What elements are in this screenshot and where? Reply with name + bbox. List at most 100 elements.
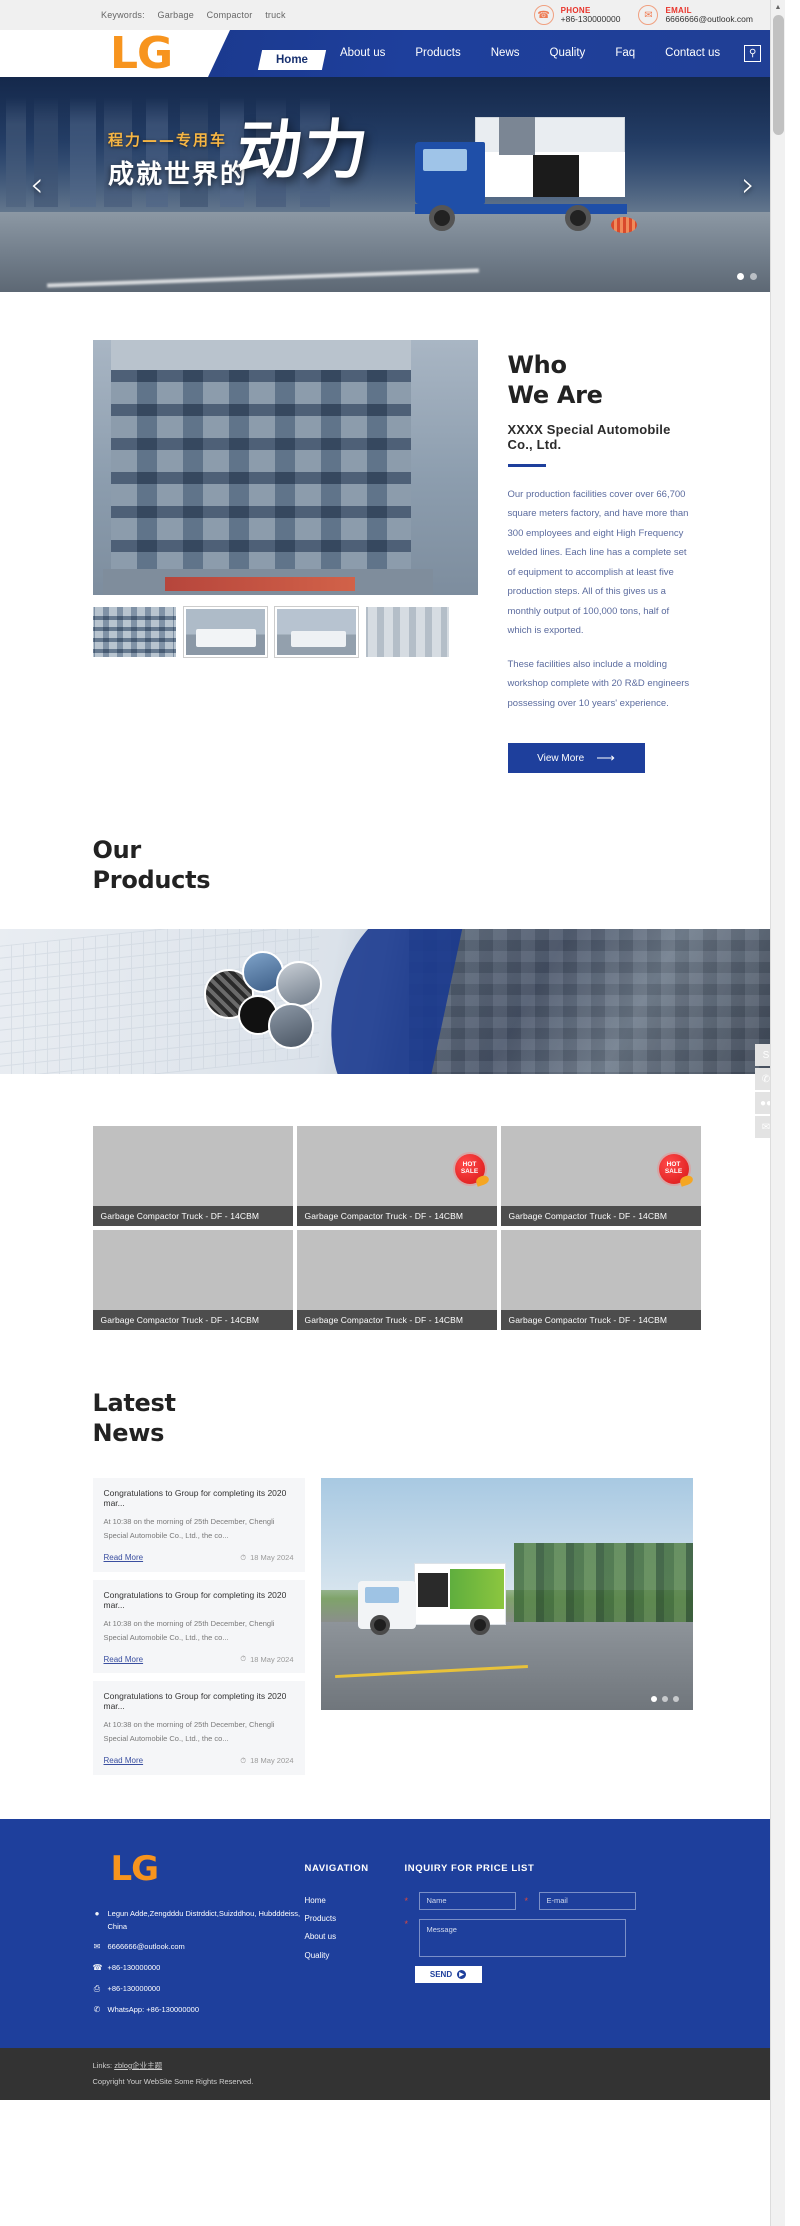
send-label: SEND [429,1969,453,1979]
banner-bubble-cluster [203,951,349,1061]
footer-phone[interactable]: ☎ +86-130000000 [93,1961,305,1975]
about-thumb-2[interactable] [183,607,267,657]
product-card[interactable]: HOT SALE Garbage Compactor Truck - DF - … [500,1126,701,1227]
footer-whatsapp[interactable]: ✆ WhatsApp: +86-130000000 [93,2003,305,2017]
footer-logo[interactable]: LG [111,1849,305,1889]
product-card[interactable]: Garbage Compactor Truck - DF - 14CBM [296,1230,497,1331]
vertical-scrollbar[interactable]: ▲ [770,0,785,2226]
about-thumb-4[interactable] [365,607,449,657]
news-title-line2: News [92,1419,165,1448]
news-dot-3[interactable] [672,1696,679,1703]
news-title: Congratulations to Group for completing … [103,1488,287,1509]
product-caption: Garbage Compactor Truck - DF - 14CBM [92,1310,293,1331]
view-more-button[interactable]: View More ⟶ [507,743,645,774]
news-read-more-link[interactable]: Read More [104,1756,144,1765]
keyword-garbage[interactable]: Garbage [158,10,194,20]
news-dot-1[interactable] [650,1696,657,1703]
nav-item-about-us[interactable]: About us [326,30,399,77]
news-section: Latest News Congratulations to Group for… [92,1330,693,1775]
product-caption: Garbage Compactor Truck - DF - 14CBM [500,1206,701,1227]
about-paragraph-1: Our production facilities cover over 66,… [507,489,689,637]
scrollbar-thumb[interactable] [773,15,784,135]
hero-dot-1[interactable] [737,273,744,280]
news-read-more-link[interactable]: Read More [104,1655,144,1664]
news-date: ⏱ 18 May 2024 [240,1756,293,1766]
nav-item-contact-us[interactable]: Contact us [651,30,734,77]
hero-next-arrow[interactable]: › [741,168,755,202]
products-title-line1: Our [92,836,142,865]
top-phone[interactable]: ☎ PHONE +86-130000000 [533,5,621,25]
about-thumb-3[interactable] [274,607,358,657]
footer-nav-quality[interactable]: Quality [305,1947,405,1965]
news-dot-2[interactable] [661,1696,668,1703]
news-excerpt: At 10:38 on the morning of 25th December… [103,1618,275,1642]
product-card[interactable]: HOT SALE Garbage Compactor Truck - DF - … [296,1126,497,1227]
footer-whatsapp-value: WhatsApp: +86-130000000 [107,2004,200,2014]
required-mark: * [404,1918,409,1929]
product-card[interactable]: Garbage Compactor Truck - DF - 14CBM [92,1126,293,1227]
news-feature-image [320,1478,693,1711]
keywords-label: Keywords: [101,10,145,20]
email-icon: ✉ [638,5,659,25]
view-more-label: View More [537,752,585,764]
keyword-truck[interactable]: truck [265,10,286,20]
clock-icon: ⏱ [240,1552,247,1562]
news-card[interactable]: Congratulations to Group for completing … [92,1478,305,1572]
arrow-right-icon: ⟶ [596,750,615,766]
hero-prev-arrow[interactable]: ‹ [30,168,44,202]
phone-value: +86-130000000 [560,13,621,24]
hero-road [0,212,785,292]
nav-item-news[interactable]: News [477,30,534,77]
footer-address-value: Legun Adde,Zengdddu Distrddict,Suizddhou… [107,1908,301,1931]
required-mark: * [404,1895,409,1906]
keywords-strip: Keywords: Garbage Compactor truck [101,10,296,20]
footer-nav-home[interactable]: Home [305,1892,405,1910]
keyword-compactor[interactable]: Compactor [207,10,253,20]
email-input[interactable] [538,1891,636,1910]
news-title-line1: Latest [92,1389,177,1418]
news-excerpt: At 10:38 on the morning of 25th December… [103,1517,275,1541]
nav-item-home[interactable]: Home [257,50,327,70]
search-icon[interactable]: ⚲ [744,45,762,62]
about-title-line1: Who [507,351,567,379]
nav-item-faq[interactable]: Faq [601,30,649,77]
product-caption: Garbage Compactor Truck - DF - 14CBM [296,1206,497,1227]
nav-item-quality[interactable]: Quality [536,30,600,77]
name-input[interactable] [418,1891,516,1910]
hot-sale-badge: HOT SALE [454,1154,485,1185]
site-logo[interactable]: LG [110,30,173,77]
news-date: ⏱ 18 May 2024 [240,1654,293,1664]
message-input[interactable] [418,1918,626,1957]
nav-item-products[interactable]: Products [401,30,474,77]
top-email[interactable]: ✉ EMAIL 6666666@outlook.com [638,5,753,25]
news-date-value: 18 May 2024 [250,1756,294,1766]
footer-inquiry-column: INQUIRY FOR PRICE LIST * * * SEND ▶ [405,1849,693,2024]
hero-banner: 程力——专用车 成就世界的 动力 ‹ › [0,77,785,292]
scroll-up-arrow[interactable]: ▲ [771,0,785,15]
hot-sale-line2: SALE [664,1168,683,1176]
footer-email[interactable]: ✉ 6666666@outlook.com [93,1940,305,1954]
footer-email-value: 6666666@outlook.com [107,1941,185,1951]
whatsapp-icon: ✆ [93,2004,101,2014]
hero-dot-2[interactable] [750,273,757,280]
footer-company-column: LG ● Legun Adde,Zengdddu Distrddict,Suiz… [93,1849,305,2024]
news-card[interactable]: Congratulations to Group for completing … [92,1681,305,1775]
news-date: ⏱ 18 May 2024 [240,1553,293,1563]
about-thumb-1[interactable] [93,607,176,657]
top-contacts: ☎ PHONE +86-130000000 ✉ EMAIL 6666666@ou… [533,5,769,25]
news-card[interactable]: Congratulations to Group for completing … [92,1579,305,1674]
footer-nav-about-us[interactable]: About us [305,1928,405,1946]
hero-tagline: 程力——专用车 [108,131,228,149]
send-button[interactable]: SEND ▶ [414,1965,482,1983]
link-zblog-theme[interactable]: zblog企业主题 [114,2061,162,2070]
news-read-more-link[interactable]: Read More [104,1553,144,1562]
products-section: Our Products Garbage Compactor Truck - D… [0,773,784,1331]
footer-phone-value: +86-130000000 [107,1962,161,1972]
about-section: Who We Are XXXX Special Automobile Co., … [92,292,693,774]
product-card[interactable]: Garbage Compactor Truck - DF - 14CBM [500,1230,701,1331]
main-navigation: Home About us Products News Quality Faq … [208,30,785,77]
footer-nav-products[interactable]: Products [305,1910,405,1928]
about-title-line2: We Are [507,381,603,409]
hot-sale-badge: HOT SALE [658,1154,689,1185]
product-card[interactable]: Garbage Compactor Truck - DF - 14CBM [92,1230,293,1331]
